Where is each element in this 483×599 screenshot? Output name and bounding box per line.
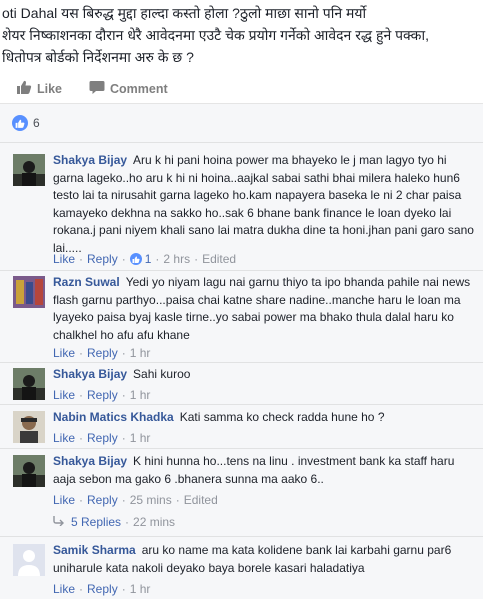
- like-reaction-icon: [12, 115, 28, 131]
- like-label: Like: [37, 81, 63, 96]
- comment-body: Nabin Matics Khadka Kati samma ko check r…: [53, 409, 479, 427]
- like-reaction-icon: [129, 253, 142, 265]
- avatar[interactable]: [13, 154, 45, 186]
- comment-icon: [89, 80, 110, 97]
- like-button[interactable]: Like: [16, 80, 62, 97]
- separator: ·: [79, 582, 84, 596]
- comment-body: Shakya Bijay Sahi kuroo: [53, 366, 479, 384]
- separator: ·: [121, 346, 126, 360]
- separator: ·: [121, 582, 126, 596]
- reactions-summary[interactable]: 6: [12, 115, 40, 131]
- comment-reply-link[interactable]: Reply: [87, 388, 118, 402]
- divider: [0, 142, 483, 143]
- comment-body: Samik Sharma aru ko name ma kata kolidene…: [53, 542, 479, 577]
- avatar[interactable]: [13, 455, 45, 487]
- avatar[interactable]: [13, 544, 45, 576]
- comment-body: Shakya Bijay K hini hunna ho...tens na li…: [53, 453, 479, 488]
- comment-time[interactable]: 2 hrs: [163, 252, 190, 266]
- replies-link[interactable]: 5 Replies: [71, 515, 121, 529]
- comment-reply-link[interactable]: Reply: [87, 582, 118, 596]
- comment-like-count[interactable]: 1: [145, 252, 152, 266]
- comment-like-link[interactable]: Like: [53, 431, 75, 445]
- comment-text: Aru k hi pani hoina power ma bhayeko le …: [53, 153, 474, 255]
- divider: [0, 362, 483, 363]
- divider: [0, 448, 483, 449]
- comment-meta: Like · Reply · 1 hr: [53, 346, 150, 360]
- comment-time[interactable]: 25 mins: [130, 493, 172, 507]
- comment-like-link[interactable]: Like: [53, 493, 75, 507]
- comment-label: Comment: [110, 81, 168, 96]
- separator: ·: [79, 388, 84, 402]
- divider: [0, 536, 483, 537]
- comment-reply-link[interactable]: Reply: [87, 493, 118, 507]
- comment-author[interactable]: Shakya Bijay: [53, 454, 127, 468]
- post-actions: Like Comment: [0, 80, 483, 100]
- post-text: oti Dahal यस बिरुद्ध मुद्दा हाल्दा कस्तो…: [2, 5, 429, 65]
- separator: ·: [79, 346, 84, 360]
- separator: ·: [79, 493, 84, 507]
- separator: ·: [121, 431, 126, 445]
- view-replies[interactable]: 5 Replies · 22 mins: [53, 515, 175, 529]
- comment-edited[interactable]: Edited: [184, 493, 218, 507]
- comment-time[interactable]: 1 hr: [130, 582, 151, 596]
- comment-edited[interactable]: Edited: [202, 252, 236, 266]
- comment-author[interactable]: Nabin Matics Khadka: [53, 410, 174, 424]
- comment-like-link[interactable]: Like: [53, 582, 75, 596]
- reply-arrow-icon: [53, 515, 65, 529]
- comment-meta: Like · Reply · 1 hr: [53, 388, 150, 402]
- comment-meta: Like · Reply · 25 mins · Edited: [53, 493, 218, 507]
- comment-text: Sahi kuroo: [133, 367, 191, 381]
- comment-like-link[interactable]: Like: [53, 388, 75, 402]
- comment-meta: Like · Reply · 1 · 2 hrs · Edited: [53, 252, 236, 266]
- separator: ·: [175, 493, 180, 507]
- comment-body: Razn Suwal Yedi yo niyam lagu nai garnu t…: [53, 274, 479, 344]
- divider: [0, 404, 483, 405]
- comment-meta: Like · Reply · 1 hr: [53, 431, 150, 445]
- comment-text: Kati samma ko check radda hune ho ?: [179, 410, 385, 424]
- comment-reply-link[interactable]: Reply: [87, 431, 118, 445]
- comment-author[interactable]: Shakya Bijay: [53, 153, 127, 167]
- separator: ·: [79, 431, 84, 445]
- comment-body: Shakya Bijay Aru k hi pani hoina power ma…: [53, 152, 479, 257]
- avatar[interactable]: [13, 368, 45, 400]
- comment-time[interactable]: 1 hr: [130, 346, 151, 360]
- divider: [0, 270, 483, 271]
- avatar[interactable]: [13, 411, 45, 443]
- comment-author[interactable]: Razn Suwal: [53, 275, 120, 289]
- separator: ·: [125, 515, 130, 529]
- comment-author[interactable]: Shakya Bijay: [53, 367, 127, 381]
- comment-author[interactable]: Samik Sharma: [53, 543, 136, 557]
- separator: ·: [79, 252, 84, 266]
- comment-reply-link[interactable]: Reply: [87, 252, 118, 266]
- separator: ·: [121, 493, 126, 507]
- comment-reply-link[interactable]: Reply: [87, 346, 118, 360]
- comment-button[interactable]: Comment: [89, 80, 168, 97]
- reaction-count: 6: [33, 116, 40, 130]
- avatar[interactable]: [13, 276, 45, 308]
- comment-time[interactable]: 1 hr: [130, 388, 151, 402]
- comments-section: 6 Shakya Bijay Aru k hi pani hoina power …: [0, 103, 483, 599]
- separator: ·: [121, 388, 126, 402]
- separator: ·: [194, 252, 199, 266]
- replies-time[interactable]: 22 mins: [133, 515, 175, 529]
- comment-meta: Like · Reply · 1 hr: [53, 582, 150, 596]
- separator: ·: [121, 252, 126, 266]
- comment-like-link[interactable]: Like: [53, 252, 75, 266]
- comment-time[interactable]: 1 hr: [130, 431, 151, 445]
- separator: ·: [155, 252, 160, 266]
- comment-like-link[interactable]: Like: [53, 346, 75, 360]
- thumbs-up-icon: [16, 80, 37, 97]
